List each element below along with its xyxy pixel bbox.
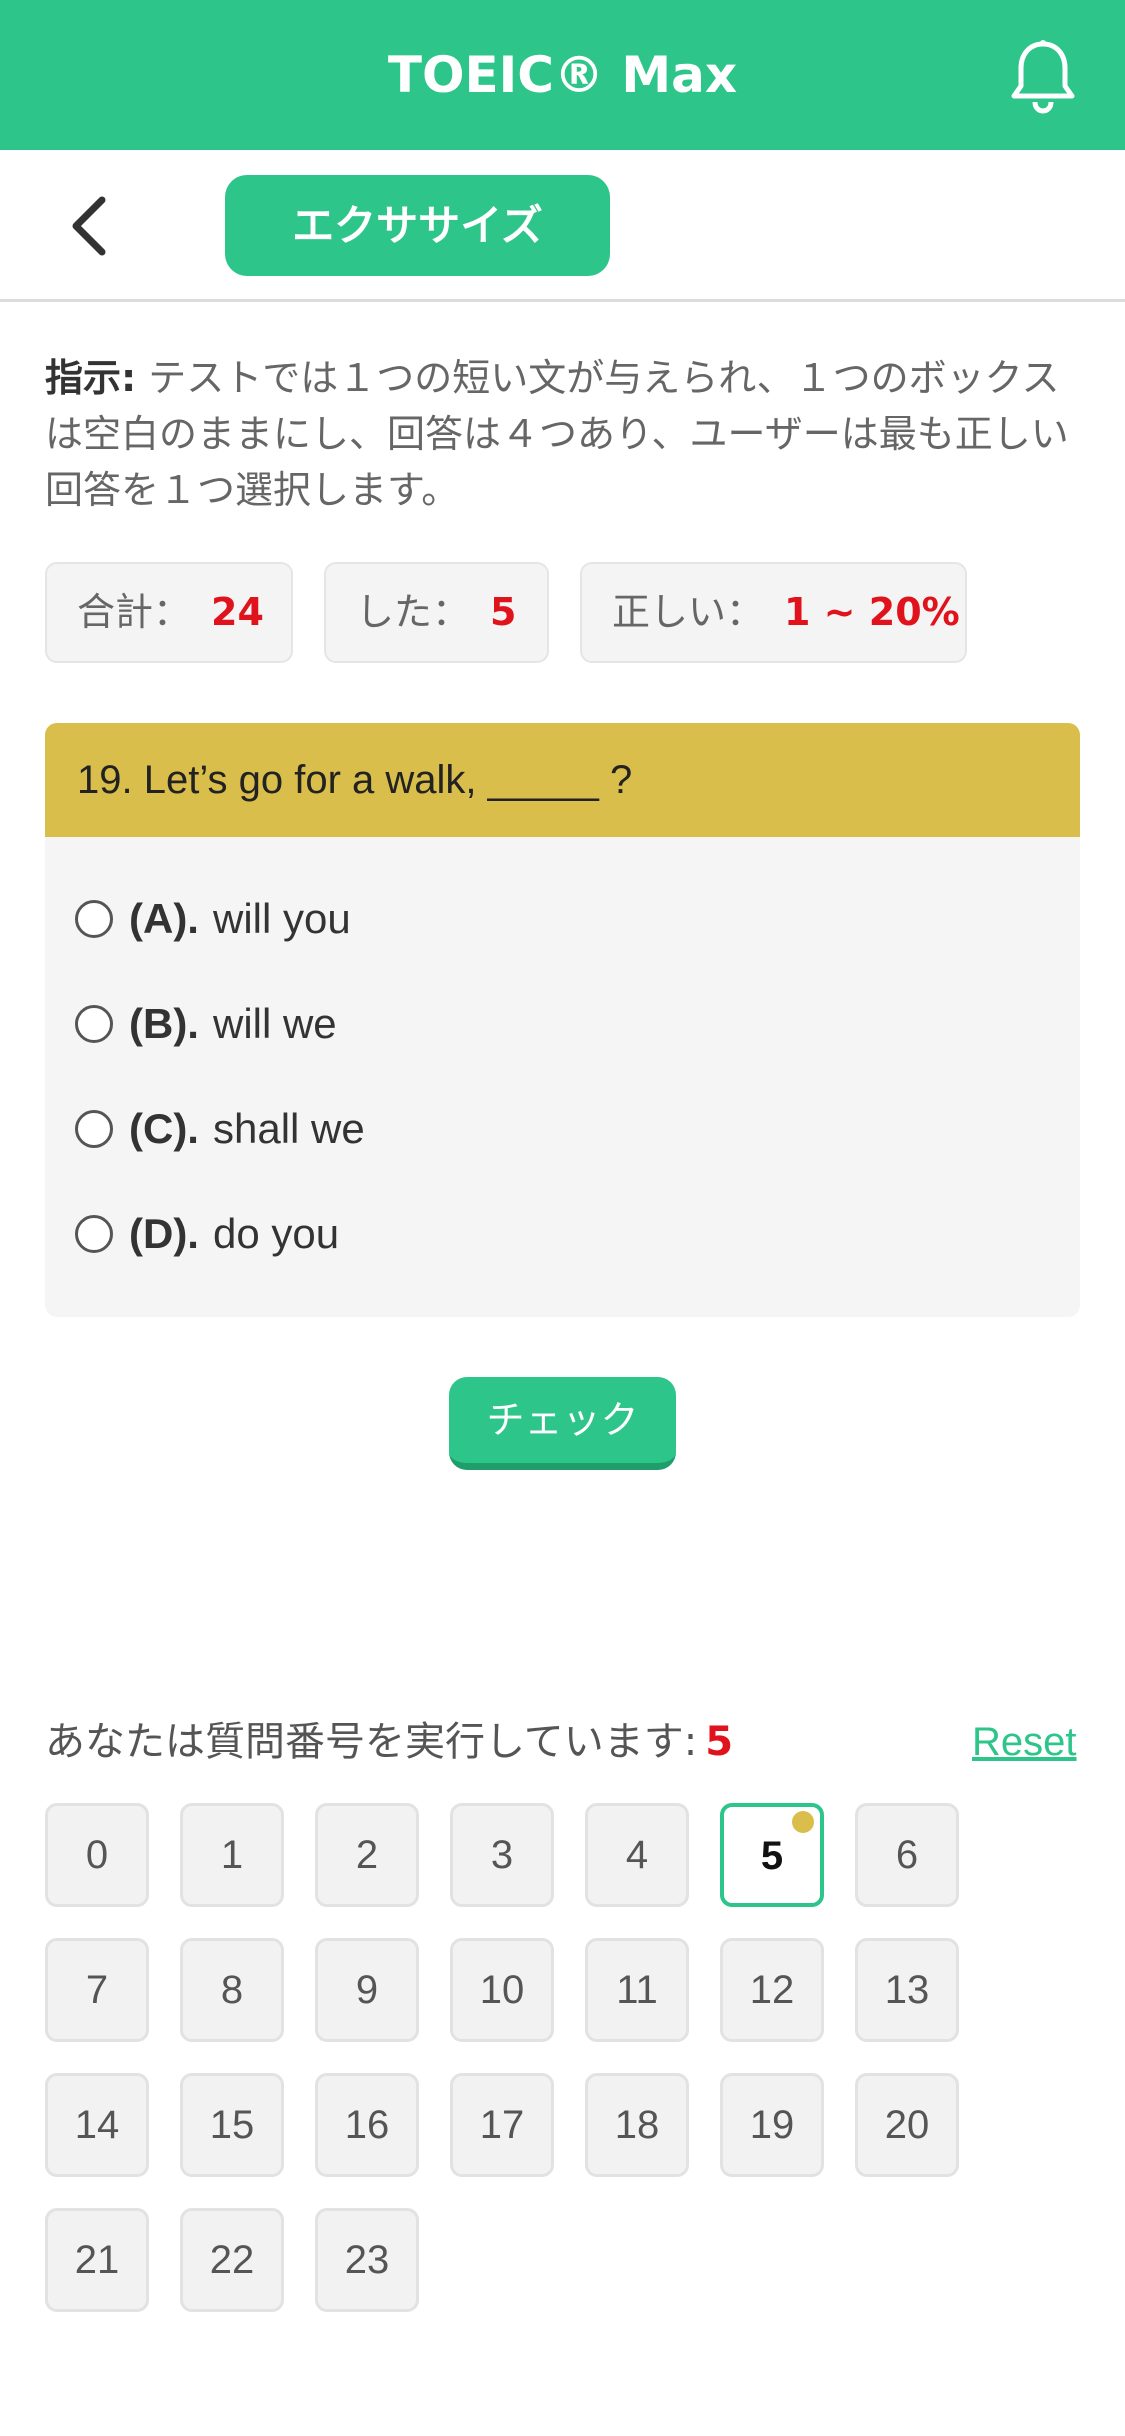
option-a[interactable]: (A). will you	[75, 889, 351, 949]
question-number-button[interactable]: 10	[450, 1938, 554, 2042]
question-number-label: 0	[85, 1833, 109, 1877]
question-number-label: 7	[85, 1968, 109, 2012]
running-label: あなたは質問番号を実行しています:	[45, 1719, 698, 1765]
question-number-button[interactable]: 19	[720, 2073, 824, 2177]
question-number-label: 12	[749, 1968, 795, 2012]
question-number-label: 17	[479, 2103, 525, 2147]
sub-header: エクササイズ	[0, 150, 1125, 302]
question-number-button[interactable]: 3	[450, 1803, 554, 1907]
question-number-label: 10	[479, 1968, 525, 2012]
option-text: will we	[212, 1000, 337, 1047]
question-number-button[interactable]: 22	[180, 2208, 284, 2312]
stat-total-label: 合計：	[77, 590, 192, 634]
option-letter: (C).	[129, 1105, 199, 1152]
question-number-button[interactable]: 12	[720, 1938, 824, 2042]
radio-button[interactable]	[75, 1214, 113, 1253]
option-c[interactable]: (C). shall we	[75, 1099, 365, 1159]
question-number-label: 9	[355, 1968, 379, 2012]
question-number-button[interactable]: 14	[45, 2073, 149, 2177]
question-number-button[interactable]: 15	[180, 2073, 284, 2177]
question-text: 19. Let’s go for a walk, _____ ?	[45, 723, 1080, 837]
question-number-button[interactable]: 5	[720, 1803, 824, 1907]
instruction-text: 指示: テストでは１つの短い文が与えられ、１つのボックスは空白のままにし、回答は…	[45, 350, 1080, 518]
question-number-label: 19	[749, 2103, 795, 2147]
question-number-button[interactable]: 0	[45, 1803, 149, 1907]
option-b[interactable]: (B). will we	[75, 994, 337, 1054]
question-number-button[interactable]: 11	[585, 1938, 689, 2042]
question-number-label: 23	[344, 2238, 390, 2282]
question-number-button[interactable]: 8	[180, 1938, 284, 2042]
stat-done-value: 5	[490, 590, 517, 634]
question-number-label: 18	[614, 2103, 660, 2147]
question-number-label: 13	[884, 1968, 930, 2012]
option-text: do you	[212, 1210, 340, 1257]
question-number-button[interactable]: 6	[855, 1803, 959, 1907]
question-number-label: 20	[884, 2103, 930, 2147]
question-number-label: 3	[490, 1833, 514, 1877]
reset-link[interactable]: Reset	[972, 1712, 1077, 1772]
option-letter: (B).	[129, 1000, 199, 1047]
check-button[interactable]: チェック	[449, 1377, 676, 1470]
stat-done-label: した：	[356, 590, 471, 634]
question-number-label: 15	[209, 2103, 255, 2147]
question-number-label: 2	[355, 1833, 379, 1877]
exercise-tab[interactable]: エクササイズ	[225, 175, 610, 276]
question-number-button[interactable]: 2	[315, 1803, 419, 1907]
stat-total: 合計： 24	[45, 562, 293, 663]
question-number-label: 22	[209, 2238, 255, 2282]
question-number-grid: 0 1 2 3 4 5 6 7 8 9 10 11 12 13 14 15 16 17 18 19 20 21 22 23	[45, 1803, 1005, 2312]
option-text: shall we	[212, 1105, 365, 1152]
option-letter: (D).	[129, 1210, 199, 1257]
option-letter: (A).	[129, 895, 199, 942]
question-number-button[interactable]: 20	[855, 2073, 959, 2177]
radio-button[interactable]	[75, 1004, 113, 1043]
question-number-button[interactable]: 18	[585, 2073, 689, 2177]
question-number-button[interactable]: 17	[450, 2073, 554, 2177]
radio-button[interactable]	[75, 899, 113, 938]
stat-correct-value: 1 ~ 20%	[784, 590, 960, 634]
question-number-label: 6	[895, 1833, 919, 1877]
question-number-label: 11	[616, 1968, 658, 2012]
question-number-button[interactable]: 7	[45, 1938, 149, 2042]
stat-correct: 正しい： 1 ~ 20%	[580, 562, 967, 663]
stat-correct-label: 正しい：	[612, 590, 765, 634]
marker-dot	[792, 1811, 814, 1833]
bell-icon[interactable]	[1010, 38, 1076, 114]
back-arrow-icon[interactable]	[62, 190, 118, 262]
instruction-body: テストでは１つの短い文が与えられ、１つのボックスは空白のままにし、回答は４つあり…	[45, 356, 1069, 512]
question-number-button[interactable]: 4	[585, 1803, 689, 1907]
radio-button[interactable]	[75, 1109, 113, 1148]
question-number-button[interactable]: 9	[315, 1938, 419, 2042]
question-number-label: 16	[344, 2103, 390, 2147]
question-number-button[interactable]: 13	[855, 1938, 959, 2042]
app-title: TOEIC® Max	[387, 46, 738, 104]
current-question-indicator: あなたは質問番号を実行しています: 5	[45, 1712, 733, 1772]
top-app-bar: TOEIC® Max	[0, 0, 1125, 150]
question-number-button[interactable]: 23	[315, 2208, 419, 2312]
question-number-button[interactable]: 1	[180, 1803, 284, 1907]
option-d[interactable]: (D). do you	[75, 1204, 339, 1264]
question-number-label: 14	[74, 2103, 120, 2147]
question-number-label: 8	[220, 1968, 244, 2012]
stat-total-value: 24	[211, 590, 264, 634]
question-number-button[interactable]: 16	[315, 2073, 419, 2177]
stat-done: した： 5	[324, 562, 549, 663]
question-number-label: 21	[74, 2238, 120, 2282]
option-text: will you	[212, 895, 351, 942]
question-number-label: 4	[625, 1833, 649, 1877]
current-question-number: 5	[705, 1719, 734, 1765]
question-card: 19. Let’s go for a walk, _____ ? (A). wil…	[45, 723, 1080, 1317]
question-number-button[interactable]: 21	[45, 2208, 149, 2312]
question-number-label: 5	[760, 1834, 784, 1878]
instruction-label: 指示:	[45, 356, 137, 400]
question-number-label: 1	[220, 1833, 244, 1877]
